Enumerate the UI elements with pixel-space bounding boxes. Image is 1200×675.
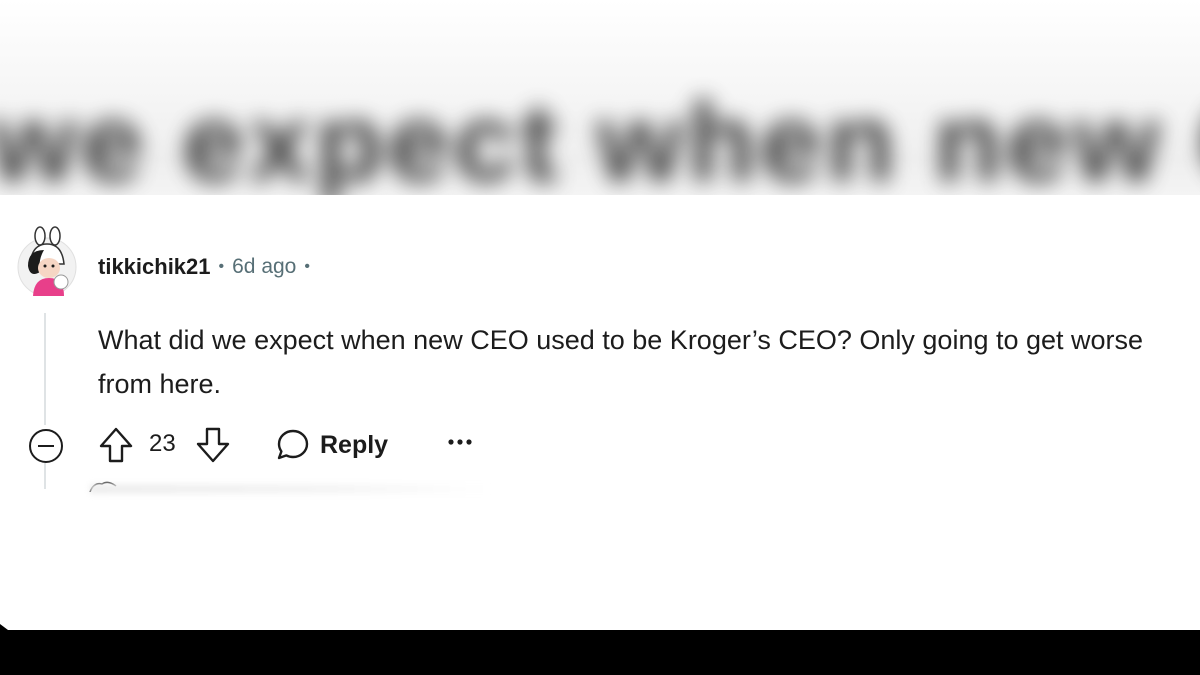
faded-next-comment [90,484,490,494]
timestamp[interactable]: 6d ago [232,255,296,279]
ellipsis-icon[interactable] [446,436,474,448]
reply-button[interactable]: Reply [276,426,388,464]
blurred-header-text: we expect when new CEO used [0,80,1200,195]
thread-line[interactable] [44,313,46,425]
speech-bubble-icon [277,429,309,460]
downvote-arrow-icon[interactable] [195,426,231,464]
bottom-bar [0,630,1200,675]
comment-body: What did we expect when new CEO used to … [98,325,1144,399]
username-link[interactable]: tikkichik21 [98,254,211,280]
comment-meta: tikkichik21 • 6d ago • [98,252,318,282]
reply-label: Reply [320,430,389,459]
collapse-minus-icon[interactable] [28,428,64,464]
upvote-arrow-icon[interactable] [98,426,134,464]
meta-separator-trailing: • [304,258,310,275]
user-avatar[interactable] [16,226,78,296]
meta-separator: • [218,258,225,275]
blurred-header: we expect when new CEO used [0,0,1200,195]
vote-score: 23 [149,430,176,457]
comment-action-bar: 23 Reply [0,420,520,468]
